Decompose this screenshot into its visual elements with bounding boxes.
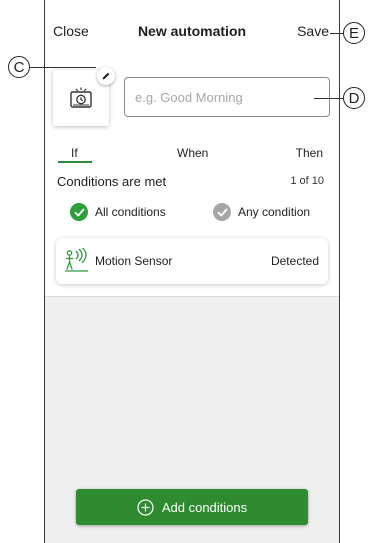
condition-device-state: Detected — [270, 254, 319, 268]
all-conditions-radio[interactable]: All conditions — [70, 202, 166, 222]
callout-d: D — [343, 87, 365, 109]
tab-then[interactable]: Then — [296, 146, 323, 160]
condition-device-name: Motion Sensor — [95, 254, 173, 268]
edit-icon-button[interactable] — [97, 67, 115, 85]
all-conditions-label: All conditions — [95, 205, 166, 219]
plus-circle-icon — [137, 498, 154, 516]
tab-if[interactable]: If — [71, 146, 78, 160]
callout-c-leader — [30, 67, 96, 68]
motion-sensor-icon — [65, 248, 88, 272]
add-conditions-label: Add conditions — [161, 499, 248, 515]
add-conditions-button[interactable]: Add conditions — [76, 489, 308, 525]
callout-d-leader — [314, 98, 343, 99]
app-screen: Close New automation Save If When Then C… — [44, 0, 340, 543]
check-icon — [70, 203, 88, 221]
any-condition-label: Any condition — [238, 205, 311, 219]
callout-e-leader — [330, 33, 343, 34]
check-icon — [213, 203, 231, 221]
any-condition-radio[interactable]: Any condition — [213, 202, 310, 222]
callout-c: C — [8, 56, 30, 78]
conditions-count: 1 of 10 — [290, 175, 324, 187]
active-tab-indicator — [58, 161, 92, 163]
save-button[interactable]: Save — [297, 23, 329, 39]
automation-icon — [70, 87, 92, 108]
callout-e: E — [343, 22, 365, 44]
pencil-icon — [102, 72, 110, 80]
tab-when[interactable]: When — [177, 146, 208, 160]
automation-name-input[interactable] — [124, 77, 330, 117]
condition-card-motion-sensor[interactable]: Motion Sensor Detected — [56, 238, 328, 284]
conditions-title: Conditions are met — [57, 174, 167, 189]
page-title: New automation — [137, 23, 247, 39]
header: Close New automation Save — [45, 0, 339, 60]
